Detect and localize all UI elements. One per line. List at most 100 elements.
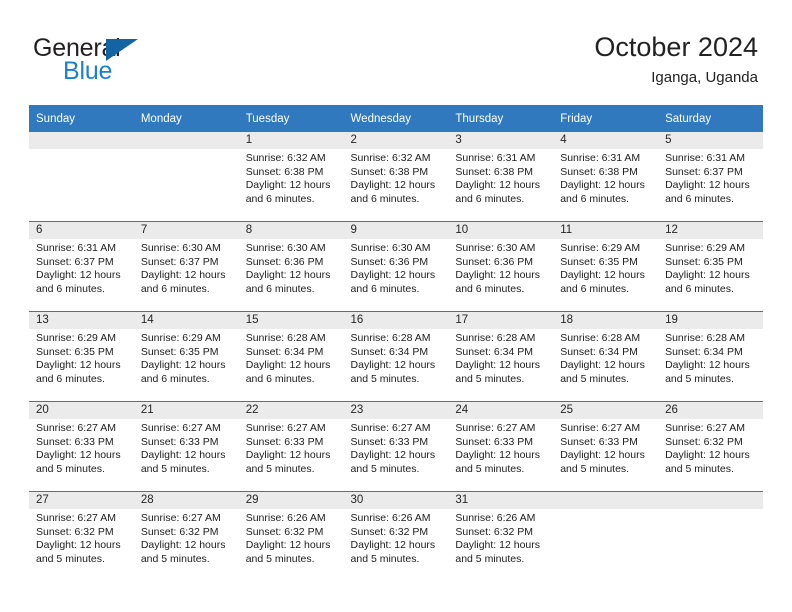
sunset-text: Sunset: 6:33 PM: [140, 435, 219, 448]
day-cell-inner: 12 Sunrise: 6:29 AM Sunset: 6:35 PM Dayligh…: [658, 222, 763, 311]
calendar-day-cell[interactable]: 10 Sunrise: 6:30 AM Sunset: 6:36 PM Dayligh…: [448, 221, 554, 312]
day-number: 31: [448, 492, 554, 509]
calendar-day-cell[interactable]: 7 Sunrise: 6:30 AM Sunset: 6:37 PM Daylight…: [133, 221, 239, 312]
calendar-day-cell[interactable]: 25 Sunrise: 6:27 AM Sunset: 6:33 PM Dayligh…: [553, 401, 659, 492]
day-cell-inner: 22 Sunrise: 6:27 AM Sunset: 6:33 PM Dayligh…: [238, 402, 344, 491]
daylight-text-line2: and 6 minutes.: [245, 282, 315, 295]
calendar-day-cell[interactable]: 18 Sunrise: 6:28 AM Sunset: 6:34 PM Dayligh…: [553, 311, 659, 402]
calendar-day-cell[interactable]: 16 Sunrise: 6:28 AM Sunset: 6:34 PM Dayligh…: [343, 311, 449, 402]
day-details: Sunrise: 6:28 AM Sunset: 6:34 PM Daylight:…: [553, 329, 658, 386]
calendar-day-cell[interactable]: 22 Sunrise: 6:27 AM Sunset: 6:33 PM Dayligh…: [238, 401, 344, 492]
calendar-day-cell[interactable]: 13 Sunrise: 6:29 AM Sunset: 6:35 PM Dayligh…: [29, 311, 134, 402]
sunrise-text: Sunrise: 6:32 AM: [245, 152, 326, 164]
calendar-day-cell[interactable]: 8 Sunrise: 6:30 AM Sunset: 6:36 PM Daylight…: [238, 221, 344, 312]
daylight-text-line1: Daylight: 12 hours: [245, 179, 331, 191]
weekday-header-saturday: Saturday: [658, 105, 763, 132]
calendar-day-cell[interactable]: 28 Sunrise: 6:27 AM Sunset: 6:32 PM Dayligh…: [133, 491, 239, 581]
sunrise-text: Sunrise: 6:31 AM: [455, 152, 536, 164]
daylight-text-line1: Daylight: 12 hours: [36, 449, 121, 461]
day-number: 16: [343, 312, 449, 329]
sunrise-text: Sunrise: 6:28 AM: [665, 332, 746, 344]
day-cell-inner: 15 Sunrise: 6:28 AM Sunset: 6:34 PM Dayligh…: [238, 312, 344, 401]
day-cell-inner: 28 Sunrise: 6:27 AM Sunset: 6:32 PM Dayligh…: [133, 492, 239, 581]
sunrise-text: Sunrise: 6:26 AM: [350, 512, 431, 524]
daylight-text-line2: and 5 minutes.: [665, 462, 734, 475]
calendar-day-cell[interactable]: 20 Sunrise: 6:27 AM Sunset: 6:33 PM Dayligh…: [29, 401, 134, 492]
daylight-text-line1: Daylight: 12 hours: [455, 359, 541, 371]
daylight-text-line2: and 5 minutes.: [455, 372, 525, 385]
calendar-day-cell[interactable]: 24 Sunrise: 6:27 AM Sunset: 6:33 PM Dayligh…: [448, 401, 554, 492]
calendar-day-cell[interactable]: 5 Sunrise: 6:31 AM Sunset: 6:37 PM Daylight…: [658, 132, 763, 222]
calendar-day-cell[interactable]: 21 Sunrise: 6:27 AM Sunset: 6:33 PM Dayligh…: [133, 401, 239, 492]
day-details: Sunrise: 6:30 AM Sunset: 6:36 PM Daylight:…: [239, 239, 344, 296]
sunset-text: Sunset: 6:34 PM: [665, 345, 743, 358]
calendar-day-cell[interactable]: 9 Sunrise: 6:30 AM Sunset: 6:36 PM Daylight…: [343, 221, 449, 312]
calendar-day-cell[interactable]: 15 Sunrise: 6:28 AM Sunset: 6:34 PM Dayligh…: [238, 311, 344, 402]
sunrise-text: Sunrise: 6:29 AM: [560, 242, 641, 254]
calendar-day-cell[interactable]: 29 Sunrise: 6:26 AM Sunset: 6:32 PM Dayligh…: [238, 491, 344, 581]
daylight-text-line2: and 5 minutes.: [350, 372, 420, 385]
page-header: General Blue October 2024 Iganga, Uganda: [0, 0, 792, 100]
day-cell-inner: 8 Sunrise: 6:30 AM Sunset: 6:36 PM Daylight…: [238, 222, 344, 311]
calendar-day-cell[interactable]: 2 Sunrise: 6:32 AM Sunset: 6:38 PM Daylight…: [343, 132, 449, 222]
day-cell-inner: 25 Sunrise: 6:27 AM Sunset: 6:33 PM Dayligh…: [553, 402, 659, 491]
day-details: Sunrise: 6:27 AM Sunset: 6:32 PM Daylight:…: [134, 509, 239, 566]
day-details: Sunrise: 6:26 AM Sunset: 6:32 PM Daylight:…: [448, 509, 553, 566]
day-number: 22: [238, 402, 344, 419]
calendar-day-cell-empty: [553, 491, 659, 581]
sunrise-text: Sunrise: 6:27 AM: [245, 422, 326, 434]
day-cell-inner: 24 Sunrise: 6:27 AM Sunset: 6:33 PM Dayligh…: [448, 402, 554, 491]
day-cell-inner: [553, 492, 659, 581]
calendar-day-cell[interactable]: 12 Sunrise: 6:29 AM Sunset: 6:35 PM Dayligh…: [658, 221, 763, 312]
sunset-text: Sunset: 6:37 PM: [140, 255, 219, 268]
day-number: 15: [238, 312, 344, 329]
calendar-day-cell[interactable]: 11 Sunrise: 6:29 AM Sunset: 6:35 PM Dayligh…: [553, 221, 659, 312]
sunrise-text: Sunrise: 6:26 AM: [245, 512, 326, 524]
day-details: [29, 149, 134, 152]
sunrise-text: Sunrise: 6:27 AM: [455, 422, 536, 434]
calendar-day-cell[interactable]: 14 Sunrise: 6:29 AM Sunset: 6:35 PM Dayligh…: [133, 311, 239, 402]
daylight-text-line2: and 5 minutes.: [665, 372, 734, 385]
calendar-day-cell[interactable]: 23 Sunrise: 6:27 AM Sunset: 6:33 PM Dayligh…: [343, 401, 449, 492]
daylight-text-line1: Daylight: 12 hours: [455, 449, 541, 461]
daylight-text-line2: and 5 minutes.: [560, 462, 630, 475]
calendar-day-cell[interactable]: 3 Sunrise: 6:31 AM Sunset: 6:38 PM Daylight…: [448, 132, 554, 222]
title-block: October 2024 Iganga, Uganda: [594, 30, 758, 89]
sunset-text: Sunset: 6:36 PM: [455, 255, 534, 268]
calendar-day-cell[interactable]: 27 Sunrise: 6:27 AM Sunset: 6:32 PM Dayligh…: [29, 491, 134, 581]
day-number: 6: [29, 222, 134, 239]
day-number: 13: [29, 312, 134, 329]
calendar-day-cell-empty: [133, 132, 239, 222]
weekday-header-sunday: Sunday: [29, 105, 134, 132]
sunrise-text: Sunrise: 6:31 AM: [560, 152, 641, 164]
calendar-day-cell[interactable]: 17 Sunrise: 6:28 AM Sunset: 6:34 PM Dayligh…: [448, 311, 554, 402]
calendar-week-row: 13 Sunrise: 6:29 AM Sunset: 6:35 PM Dayligh…: [29, 311, 763, 402]
daylight-text-line2: and 5 minutes.: [350, 462, 420, 475]
calendar-day-cell[interactable]: 30 Sunrise: 6:26 AM Sunset: 6:32 PM Dayligh…: [343, 491, 449, 581]
day-cell-inner: 7 Sunrise: 6:30 AM Sunset: 6:37 PM Daylight…: [133, 222, 239, 311]
daylight-text-line1: Daylight: 12 hours: [140, 269, 226, 281]
sunset-text: Sunset: 6:32 PM: [245, 525, 324, 538]
sunset-text: Sunset: 6:35 PM: [560, 255, 638, 268]
sunset-text: Sunset: 6:37 PM: [36, 255, 114, 268]
calendar-day-cell[interactable]: 19 Sunrise: 6:28 AM Sunset: 6:34 PM Dayligh…: [658, 311, 763, 402]
calendar-day-cell[interactable]: 31 Sunrise: 6:26 AM Sunset: 6:32 PM Dayligh…: [448, 491, 554, 581]
brand-logo[interactable]: General Blue: [33, 34, 253, 90]
day-details: Sunrise: 6:27 AM Sunset: 6:33 PM Daylight:…: [29, 419, 134, 476]
calendar-day-cell[interactable]: 26 Sunrise: 6:27 AM Sunset: 6:32 PM Dayligh…: [658, 401, 763, 492]
day-details: Sunrise: 6:27 AM Sunset: 6:32 PM Daylight:…: [29, 509, 134, 566]
day-cell-inner: 18 Sunrise: 6:28 AM Sunset: 6:34 PM Dayligh…: [553, 312, 659, 401]
day-number: 1: [238, 132, 344, 149]
daylight-text-line1: Daylight: 12 hours: [665, 269, 750, 281]
calendar-day-cell[interactable]: 1 Sunrise: 6:32 AM Sunset: 6:38 PM Daylight…: [238, 132, 344, 222]
sunset-text: Sunset: 6:33 PM: [455, 435, 534, 448]
daylight-text-line2: and 6 minutes.: [560, 192, 630, 205]
daylight-text-line1: Daylight: 12 hours: [560, 359, 645, 371]
daylight-text-line2: and 6 minutes.: [665, 192, 734, 205]
calendar-day-cell[interactable]: 6 Sunrise: 6:31 AM Sunset: 6:37 PM Daylight…: [29, 221, 134, 312]
weekday-header-row: Sunday Monday Tuesday Wednesday Thursday…: [29, 105, 763, 132]
day-cell-inner: 14 Sunrise: 6:29 AM Sunset: 6:35 PM Dayligh…: [133, 312, 239, 401]
calendar-day-cell[interactable]: 4 Sunrise: 6:31 AM Sunset: 6:38 PM Daylight…: [553, 132, 659, 222]
day-details: Sunrise: 6:26 AM Sunset: 6:32 PM Daylight:…: [239, 509, 344, 566]
sunrise-text: Sunrise: 6:27 AM: [140, 512, 221, 524]
